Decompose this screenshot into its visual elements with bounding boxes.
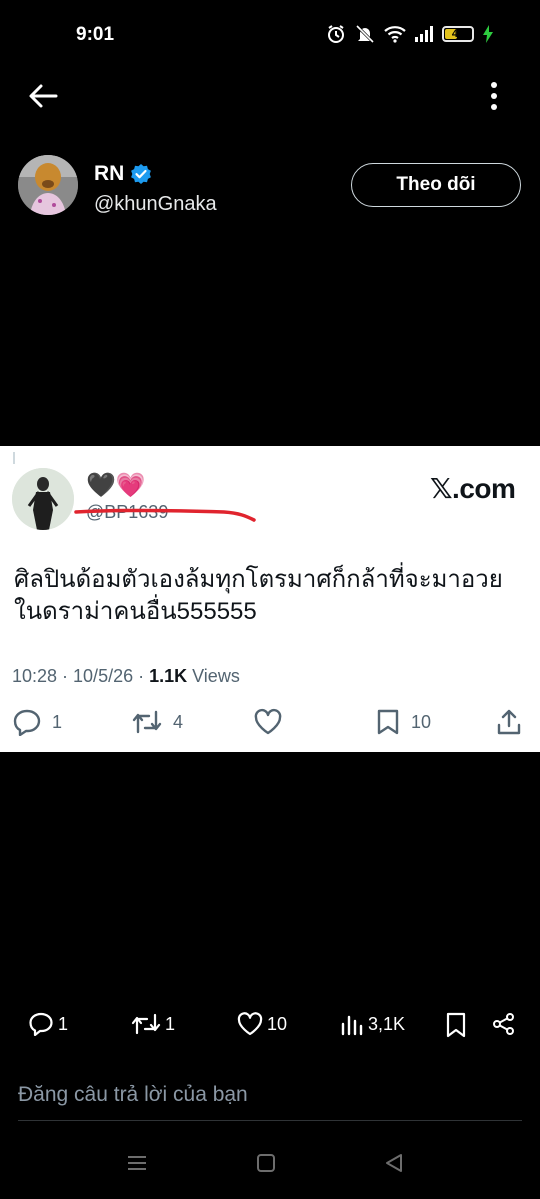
heart-icon bbox=[254, 708, 282, 735]
quoted-share bbox=[496, 708, 522, 736]
follow-button[interactable]: Theo dõi bbox=[351, 163, 521, 207]
quoted-retweet: 4 bbox=[131, 708, 183, 736]
quoted-actions: 1 4 10 bbox=[0, 708, 540, 738]
bar-chart-icon bbox=[341, 1015, 363, 1036]
repost-button[interactable]: 1 bbox=[131, 1012, 175, 1036]
retweet-icon bbox=[132, 710, 162, 734]
reply-icon bbox=[13, 709, 41, 736]
quoted-reply-count: 1 bbox=[52, 711, 63, 732]
repost-count: 1 bbox=[165, 1013, 176, 1034]
reply-divider bbox=[18, 1120, 522, 1121]
status-icons: 42 bbox=[326, 24, 494, 44]
signal-icon bbox=[415, 26, 433, 42]
quoted-reply: 1 bbox=[12, 708, 62, 736]
arrow-left-icon bbox=[29, 84, 58, 108]
back-button[interactable] bbox=[26, 80, 60, 112]
verified-badge-icon bbox=[131, 164, 152, 184]
like-button[interactable]: 10 bbox=[237, 1012, 287, 1036]
repost-icon bbox=[131, 1013, 161, 1035]
quoted-bookmark-count: 10 bbox=[411, 711, 432, 732]
more-vertical-icon bbox=[491, 82, 497, 110]
views-button[interactable]: 3,1K bbox=[340, 1012, 405, 1036]
triangle-back-icon bbox=[386, 1154, 402, 1172]
reply-button[interactable]: 1 bbox=[28, 1012, 68, 1036]
bookmark-button[interactable] bbox=[445, 1012, 467, 1038]
battery-icon: 42 bbox=[442, 26, 474, 42]
quoted-display-name: 🖤💗 bbox=[86, 472, 146, 499]
quoted-views-count: 1.1K bbox=[149, 666, 188, 686]
views-count: 3,1K bbox=[368, 1013, 406, 1034]
profile-handle[interactable]: @khunGnaka bbox=[94, 193, 217, 216]
heart-icon bbox=[237, 1012, 263, 1036]
reply-icon bbox=[29, 1012, 53, 1036]
share-button[interactable] bbox=[492, 1012, 516, 1036]
quoted-retweet-count: 4 bbox=[173, 711, 184, 732]
quoted-tweet-meta: 10:28 · 10/5/26 · 1.1K Views bbox=[12, 666, 240, 687]
x-com-logo: 𝕏.com bbox=[430, 473, 516, 504]
reply-count: 1 bbox=[58, 1013, 69, 1034]
bookmark-icon bbox=[446, 1012, 466, 1038]
home-button[interactable] bbox=[255, 1152, 277, 1179]
quoted-like bbox=[253, 708, 293, 736]
share-icon bbox=[493, 1013, 514, 1035]
profile-name[interactable]: RN bbox=[94, 162, 152, 186]
post-actions: 1 1 10 3,1K bbox=[0, 1008, 540, 1042]
reply-input[interactable]: Đăng câu trả lời của bạn bbox=[18, 1083, 522, 1119]
wifi-icon bbox=[384, 26, 406, 43]
avatar[interactable] bbox=[18, 155, 78, 215]
charging-icon bbox=[483, 25, 493, 43]
menu-icon bbox=[128, 1156, 146, 1170]
alarm-icon bbox=[328, 25, 344, 43]
status-time: 9:01 bbox=[76, 24, 115, 45]
recent-apps-button[interactable] bbox=[126, 1152, 148, 1179]
mute-icon bbox=[355, 24, 375, 44]
back-nav-button[interactable] bbox=[383, 1152, 405, 1179]
tweet-screenshot-card[interactable]: 🖤💗 @BP1639 𝕏.com ศิลปินด้อมตัวเองล้มทุกโ… bbox=[0, 446, 540, 752]
quoted-tweet-text: ศิลปินด้อมตัวเองล้มทุกโตรมาศก็กล้าที่จะม… bbox=[14, 566, 503, 625]
quoted-bookmark: 10 bbox=[375, 708, 431, 736]
more-button[interactable] bbox=[484, 80, 504, 114]
like-count: 10 bbox=[267, 1013, 288, 1034]
quoted-avatar bbox=[12, 468, 74, 530]
share-icon bbox=[497, 709, 521, 735]
thread-line bbox=[13, 452, 15, 464]
redaction-scribble bbox=[74, 508, 256, 522]
profile-name-text: RN bbox=[94, 162, 125, 185]
quoted-timestamp: 10:28 · 10/5/26 · bbox=[12, 666, 150, 686]
home-square-icon bbox=[257, 1154, 275, 1172]
quoted-views-label: Views bbox=[187, 666, 240, 686]
battery-level: 42 bbox=[451, 28, 465, 40]
bookmark-icon bbox=[377, 709, 399, 735]
